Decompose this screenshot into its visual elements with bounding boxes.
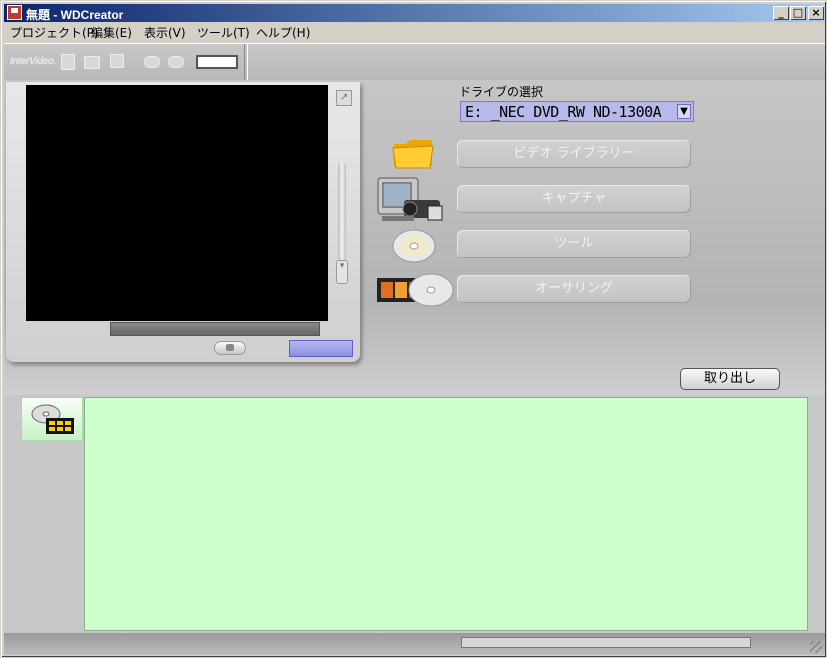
- horizontal-scrollbar[interactable]: [461, 637, 751, 648]
- menu-help[interactable]: ヘルプ(H): [256, 24, 310, 41]
- app-icon[interactable]: [7, 5, 22, 20]
- open-folder-icon[interactable]: [84, 56, 100, 69]
- video-preview-panel: ↗ ▾: [6, 82, 360, 362]
- new-file-icon[interactable]: [61, 54, 75, 70]
- toolbar-separator: [244, 44, 248, 80]
- menu-tools[interactable]: ツール(T): [197, 24, 250, 41]
- status-bar: [4, 633, 825, 655]
- menu-view[interactable]: 表示(V): [144, 24, 186, 41]
- video-screen: [26, 85, 328, 321]
- timeline-icon[interactable]: [196, 55, 238, 69]
- window-title: 無題 - WDCreator: [26, 8, 124, 22]
- playback-progress-bar[interactable]: [110, 322, 320, 336]
- redo-icon[interactable]: [168, 56, 184, 68]
- toolbar: InterVideo.: [4, 43, 825, 81]
- disc-tab[interactable]: [21, 397, 83, 441]
- close-button[interactable]: ×: [808, 6, 824, 20]
- authoring-button[interactable]: オーサリング: [457, 275, 691, 303]
- menu-bar: プロジェクト(P) 編集(E) 表示(V) ツール(T) ヘルプ(H): [4, 22, 825, 41]
- drive-select-label: ドライブの選択: [459, 85, 544, 99]
- chevron-down-icon[interactable]: ▼: [677, 104, 691, 119]
- disc-content-panel: [4, 395, 825, 633]
- drive-select-value: E: _NEC DVD_RW ND-1300A: [465, 103, 662, 121]
- resize-grip-icon[interactable]: [810, 641, 822, 653]
- app-window: 無題 - WDCreator _ □ × プロジェクト(P) 編集(E) 表示(…: [0, 0, 827, 658]
- save-icon[interactable]: [110, 54, 124, 68]
- disc-content-area[interactable]: [84, 397, 808, 631]
- disc-icon: [392, 229, 436, 263]
- main-panel: ↗ ▾ ドライブの選択 E: _NEC DVD_RW ND-1300A ▼ ビデ…: [4, 80, 825, 395]
- tv-camcorder-icon: [377, 177, 443, 221]
- undo-icon[interactable]: [144, 56, 160, 68]
- tools-button[interactable]: ツール: [457, 230, 691, 258]
- eject-button[interactable]: 取り出し: [680, 368, 780, 390]
- menu-edit[interactable]: 編集(E): [91, 24, 132, 41]
- maximize-button[interactable]: □: [790, 6, 806, 20]
- disc-tab-icon: [31, 404, 74, 434]
- folder-icon: [392, 140, 434, 169]
- snapshot-button[interactable]: [214, 341, 246, 355]
- intervideo-logo: InterVideo.: [10, 56, 56, 67]
- player-mode-button[interactable]: [289, 340, 353, 357]
- drive-select-dropdown[interactable]: E: _NEC DVD_RW ND-1300A ▼: [460, 101, 694, 122]
- video-library-button[interactable]: ビデオ ライブラリー: [457, 140, 691, 168]
- title-bar[interactable]: 無題 - WDCreator _ □ ×: [4, 4, 825, 22]
- menu-project[interactable]: プロジェクト(P): [10, 24, 99, 41]
- capture-button[interactable]: キャプチャ: [457, 185, 691, 213]
- volume-slider-thumb[interactable]: ▾: [336, 260, 348, 284]
- expand-icon[interactable]: ↗: [336, 90, 352, 106]
- minimize-button[interactable]: _: [773, 6, 789, 20]
- film-disc-icon: [377, 273, 454, 307]
